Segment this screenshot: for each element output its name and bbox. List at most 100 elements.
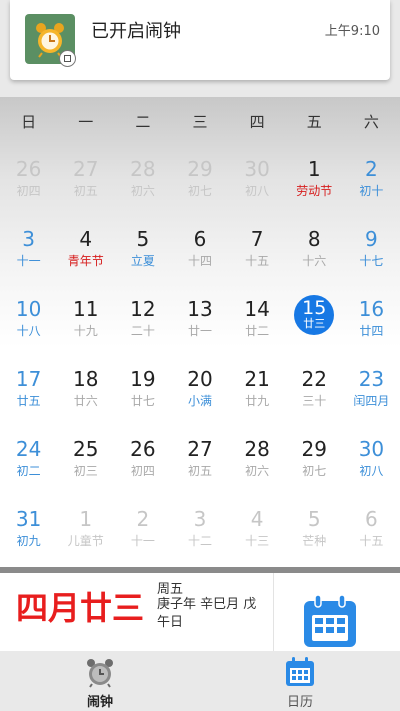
day-cell[interactable]: 27 初五 xyxy=(57,152,114,222)
day-cell-today[interactable]: 15 廿三 xyxy=(286,292,343,362)
calendar-icon[interactable] xyxy=(302,593,358,653)
lunar-day-label: 初二 xyxy=(16,464,41,478)
tab-calendar[interactable]: 日历 xyxy=(200,651,400,711)
day-number: 7 xyxy=(250,227,264,251)
divider xyxy=(273,573,274,651)
lunar-day-label: 十四 xyxy=(187,254,212,268)
day-cell[interactable]: 21 廿九 xyxy=(229,362,286,432)
day-cell[interactable]: 29 初七 xyxy=(171,152,228,222)
lunar-day-label: 十八 xyxy=(16,324,41,338)
day-cell[interactable]: 1 劳动节 xyxy=(286,152,343,222)
day-number: 8 xyxy=(307,227,321,251)
day-cell[interactable]: 22 三十 xyxy=(286,362,343,432)
day-cell[interactable]: 23 闰四月 xyxy=(343,362,400,432)
day-number: 10 xyxy=(15,297,42,321)
day-cell[interactable]: 14 廿二 xyxy=(229,292,286,362)
lunar-day-label: 初六 xyxy=(130,184,155,198)
day-cell[interactable]: 17 廿五 xyxy=(0,362,57,432)
day-cell[interactable]: 5 芒种 xyxy=(286,502,343,572)
day-cell[interactable]: 8 十六 xyxy=(286,222,343,292)
lunar-day-label: 十三 xyxy=(245,534,270,548)
weekday-label: 五 xyxy=(306,113,322,131)
lunar-day-label: 芒种 xyxy=(302,534,327,548)
day-number: 5 xyxy=(307,507,321,531)
day-number: 26 xyxy=(15,157,42,181)
week-row: 10 十八 11 十九 12 二十 13 廿一 14 廿二 15 廿三 16 廿四 xyxy=(0,292,400,362)
day-cell[interactable]: 28 初六 xyxy=(229,432,286,502)
day-number: 4 xyxy=(79,227,93,251)
lunar-day-label: 廿九 xyxy=(245,394,270,408)
day-cell[interactable]: 16 廿四 xyxy=(343,292,400,362)
lunar-day-label: 廿二 xyxy=(245,324,270,338)
lunar-date: 四月廿三 xyxy=(16,589,145,627)
day-number: 14 xyxy=(244,297,270,321)
day-cell[interactable]: 3 十一 xyxy=(0,222,57,292)
lunar-day-label: 初七 xyxy=(187,184,212,198)
day-cell[interactable]: 30 初八 xyxy=(229,152,286,222)
day-number: 2 xyxy=(136,507,150,531)
calendar-icon xyxy=(286,657,314,686)
lunar-day-label: 十七 xyxy=(359,254,384,268)
day-cell[interactable]: 26 初四 xyxy=(114,432,171,502)
lunar-day-label: 初五 xyxy=(73,184,98,198)
week-row: 24 初二 25 初三 26 初四 27 初五 28 初六 29 初七 30 初八 xyxy=(0,432,400,502)
tab-alarm[interactable]: 闹钟 xyxy=(0,651,200,711)
day-cell[interactable]: 7 十五 xyxy=(229,222,286,292)
day-cell[interactable]: 25 初三 xyxy=(57,432,114,502)
day-cell[interactable]: 30 初八 xyxy=(343,432,400,502)
day-cell[interactable]: 10 十八 xyxy=(0,292,57,362)
alarm-clock-icon xyxy=(87,659,113,688)
weekday-label: 三 xyxy=(192,113,208,131)
day-cell[interactable]: 28 初六 xyxy=(114,152,171,222)
lunar-day-label: 初三 xyxy=(73,464,98,478)
calendar-grid: 26 初四 27 初五 28 初六 29 初七 30 初八 1 劳动节 2 初十 3 十一 4 青年节 5 立夏 6 十四… xyxy=(0,152,400,572)
day-cell[interactable]: 9 十七 xyxy=(343,222,400,292)
day-number: 21 xyxy=(244,367,270,391)
lunar-day-label: 初四 xyxy=(130,464,155,478)
lunar-day-label: 十六 xyxy=(302,254,327,268)
lunar-day-label: 廿一 xyxy=(187,324,212,338)
lunar-day-label: 十五 xyxy=(245,254,270,268)
day-cell[interactable]: 20 小满 xyxy=(171,362,228,432)
day-cell[interactable]: 5 立夏 xyxy=(114,222,171,292)
day-cell[interactable]: 2 十一 xyxy=(114,502,171,572)
day-cell[interactable]: 24 初二 xyxy=(0,432,57,502)
day-number: 16 xyxy=(358,297,385,321)
day-cell[interactable]: 31 初九 xyxy=(0,502,57,572)
day-cell[interactable]: 12 二十 xyxy=(114,292,171,362)
day-cell[interactable]: 6 十四 xyxy=(171,222,228,292)
lunar-day-label: 廿四 xyxy=(359,324,384,338)
day-cell[interactable]: 1 儿童节 xyxy=(57,502,114,572)
day-cell[interactable]: 18 廿六 xyxy=(57,362,114,432)
day-number: 24 xyxy=(15,437,42,461)
lunar-day-label: 初六 xyxy=(245,464,270,478)
lunar-day-label: 廿七 xyxy=(130,394,155,408)
day-number: 30 xyxy=(358,437,385,461)
weekday-label: 四 xyxy=(249,113,265,131)
lunar-day-label: 初八 xyxy=(245,184,270,198)
day-cell[interactable]: 11 十九 xyxy=(57,292,114,362)
day-cell[interactable]: 4 青年节 xyxy=(57,222,114,292)
day-number: 30 xyxy=(244,157,270,181)
day-number: 27 xyxy=(72,157,99,181)
day-cell[interactable]: 3 十二 xyxy=(171,502,228,572)
weekday-text: 周五 xyxy=(157,582,184,597)
day-number: 13 xyxy=(187,297,213,321)
day-cell[interactable]: 29 初七 xyxy=(286,432,343,502)
notification-shade: 已开启闹钟 上午9:10 xyxy=(0,0,400,97)
day-cell[interactable]: 26 初四 xyxy=(0,152,57,222)
day-cell[interactable]: 6 十五 xyxy=(343,502,400,572)
day-cell[interactable]: 2 初十 xyxy=(343,152,400,222)
solar-term-label: 立夏 xyxy=(130,254,155,268)
day-cell[interactable]: 19 廿七 xyxy=(114,362,171,432)
day-number: 22 xyxy=(301,367,327,391)
date-info-panel: 四月廿三 周五 庚子年 辛巳月 戊午日 xyxy=(0,573,400,651)
lunar-day-label: 初八 xyxy=(359,464,384,478)
day-cell[interactable]: 13 廿一 xyxy=(171,292,228,362)
notification-card[interactable]: 已开启闹钟 上午9:10 xyxy=(10,0,390,80)
week-row: 17 廿五 18 廿六 19 廿七 20 小满 21 廿九 22 三十 23 闰四月 xyxy=(0,362,400,432)
day-cell[interactable]: 4 十三 xyxy=(229,502,286,572)
lunar-day-label: 十一 xyxy=(130,534,155,548)
day-cell[interactable]: 27 初五 xyxy=(171,432,228,502)
weekday-label: 一 xyxy=(78,113,94,131)
